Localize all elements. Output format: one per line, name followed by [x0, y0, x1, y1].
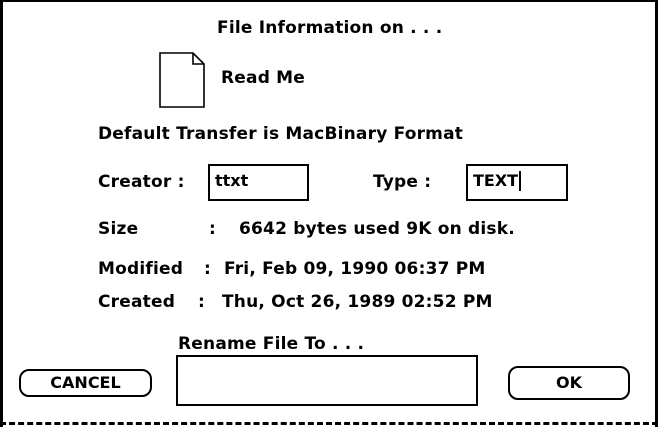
file-info-dialog: File Information on . . . Read Me Defaul… — [0, 0, 658, 427]
size-value: 6642 bytes used 9K on disk. — [239, 219, 515, 239]
ok-button[interactable]: OK — [508, 366, 630, 400]
file-name: Read Me — [221, 68, 306, 88]
modified-value: Fri, Feb 09, 1990 06:37 PM — [224, 259, 486, 279]
dialog-bottom-edge — [0, 422, 658, 425]
text-caret — [519, 171, 522, 191]
size-colon: : — [209, 219, 216, 239]
creator-value: ttxt — [215, 171, 249, 190]
modified-colon: : — [204, 259, 211, 279]
modified-label: Modified — [98, 259, 184, 279]
type-field[interactable]: TEXT — [466, 164, 568, 201]
rename-label: Rename File To . . . — [178, 334, 365, 354]
creator-field[interactable]: ttxt — [208, 164, 309, 201]
cancel-button[interactable]: CANCEL — [19, 369, 152, 397]
rename-input[interactable] — [176, 355, 478, 406]
type-label: Type : — [373, 172, 432, 192]
created-label: Created — [98, 292, 176, 312]
created-value: Thu, Oct 26, 1989 02:52 PM — [222, 292, 493, 312]
size-label: Size — [98, 219, 139, 239]
transfer-format-note: Default Transfer is MacBinary Format — [98, 124, 464, 144]
dialog-title: File Information on . . . — [217, 18, 443, 38]
document-icon — [159, 52, 205, 108]
creator-label: Creator : — [98, 172, 185, 192]
type-value: TEXT — [473, 171, 519, 190]
created-colon: : — [198, 292, 205, 312]
